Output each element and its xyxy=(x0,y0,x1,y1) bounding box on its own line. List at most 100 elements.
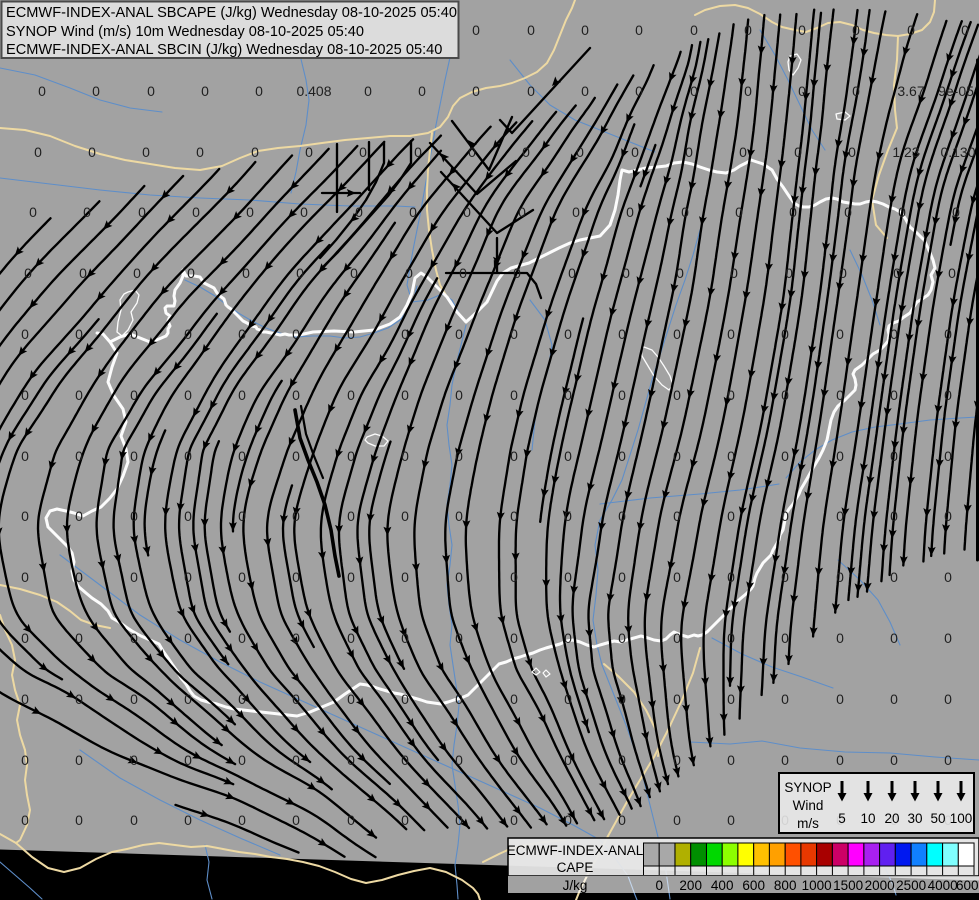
svg-text:0: 0 xyxy=(836,752,844,768)
svg-text:0: 0 xyxy=(133,265,141,281)
svg-text:0: 0 xyxy=(472,22,480,38)
svg-text:0: 0 xyxy=(673,387,681,403)
svg-text:0: 0 xyxy=(401,569,409,585)
svg-text:0: 0 xyxy=(564,326,572,342)
svg-text:9e-05: 9e-05 xyxy=(938,83,974,99)
svg-text:0: 0 xyxy=(418,83,426,99)
svg-text:0: 0 xyxy=(292,508,300,524)
svg-text:0: 0 xyxy=(184,752,192,768)
svg-text:0: 0 xyxy=(673,630,681,646)
svg-text:0: 0 xyxy=(907,22,915,38)
svg-text:0: 0 xyxy=(130,326,138,342)
svg-text:800: 800 xyxy=(774,878,797,893)
svg-text:0: 0 xyxy=(21,752,29,768)
svg-text:0: 0 xyxy=(92,83,100,99)
svg-text:0: 0 xyxy=(455,812,463,828)
svg-text:0: 0 xyxy=(355,204,363,220)
svg-text:0: 0 xyxy=(852,22,860,38)
svg-text:ECMWF-INDEX-ANAL: ECMWF-INDEX-ANAL xyxy=(507,843,644,858)
svg-text:0: 0 xyxy=(130,569,138,585)
svg-text:0: 0 xyxy=(300,204,308,220)
svg-text:0: 0 xyxy=(527,83,535,99)
svg-text:0: 0 xyxy=(305,144,313,160)
svg-text:0: 0 xyxy=(836,387,844,403)
svg-text:0: 0 xyxy=(401,812,409,828)
svg-text:0: 0 xyxy=(455,752,463,768)
svg-text:0: 0 xyxy=(401,508,409,524)
svg-text:0: 0 xyxy=(201,83,209,99)
svg-text:3.67: 3.67 xyxy=(897,83,924,99)
svg-text:0: 0 xyxy=(781,752,789,768)
svg-text:0: 0 xyxy=(130,812,138,828)
svg-text:0: 0 xyxy=(455,569,463,585)
svg-text:0: 0 xyxy=(676,265,684,281)
svg-text:ECMWF-INDEX-ANAL SBCAPE (J/kg): ECMWF-INDEX-ANAL SBCAPE (J/kg) Wednesday… xyxy=(6,5,457,21)
svg-text:0: 0 xyxy=(75,691,83,707)
svg-text:0: 0 xyxy=(564,691,572,707)
svg-text:0: 0 xyxy=(75,448,83,464)
svg-text:0: 0 xyxy=(238,508,246,524)
svg-text:0: 0 xyxy=(730,265,738,281)
svg-text:0: 0 xyxy=(34,144,42,160)
svg-text:0: 0 xyxy=(739,144,747,160)
svg-text:0: 0 xyxy=(673,448,681,464)
svg-text:0: 0 xyxy=(401,630,409,646)
svg-text:0: 0 xyxy=(836,630,844,646)
svg-text:0: 0 xyxy=(292,387,300,403)
svg-text:0: 0 xyxy=(21,326,29,342)
svg-text:0: 0 xyxy=(184,326,192,342)
svg-text:0: 0 xyxy=(635,83,643,99)
svg-text:0: 0 xyxy=(347,326,355,342)
svg-text:0: 0 xyxy=(568,265,576,281)
svg-text:0: 0 xyxy=(844,204,852,220)
svg-text:0: 0 xyxy=(618,508,626,524)
svg-text:0: 0 xyxy=(681,204,689,220)
svg-text:0: 0 xyxy=(459,265,467,281)
svg-text:0: 0 xyxy=(836,569,844,585)
svg-text:0: 0 xyxy=(618,812,626,828)
svg-text:0: 0 xyxy=(890,326,898,342)
svg-text:0: 0 xyxy=(292,448,300,464)
svg-text:0: 0 xyxy=(455,691,463,707)
svg-text:0: 0 xyxy=(184,691,192,707)
svg-text:0: 0 xyxy=(836,448,844,464)
svg-text:0: 0 xyxy=(564,752,572,768)
svg-text:0: 0 xyxy=(673,812,681,828)
svg-text:0: 0 xyxy=(673,752,681,768)
svg-text:0: 0 xyxy=(238,326,246,342)
svg-text:0: 0 xyxy=(852,83,860,99)
svg-text:0: 0 xyxy=(961,22,969,38)
svg-text:0: 0 xyxy=(510,508,518,524)
svg-text:0: 0 xyxy=(21,387,29,403)
svg-text:0: 0 xyxy=(564,387,572,403)
svg-text:0: 0 xyxy=(618,569,626,585)
svg-text:0: 0 xyxy=(618,387,626,403)
svg-text:0: 0 xyxy=(130,508,138,524)
svg-text:0: 0 xyxy=(130,387,138,403)
svg-text:0: 0 xyxy=(836,691,844,707)
svg-text:0: 0 xyxy=(789,204,797,220)
svg-text:0: 0 xyxy=(735,204,743,220)
svg-text:0: 0 xyxy=(510,448,518,464)
svg-text:2500: 2500 xyxy=(896,878,926,893)
svg-text:0: 0 xyxy=(29,204,37,220)
svg-text:6000: 6000 xyxy=(956,878,979,893)
svg-text:0: 0 xyxy=(455,630,463,646)
svg-text:20: 20 xyxy=(884,811,899,826)
svg-text:0: 0 xyxy=(836,508,844,524)
svg-text:600: 600 xyxy=(742,878,765,893)
svg-text:0: 0 xyxy=(618,691,626,707)
svg-text:0: 0 xyxy=(673,326,681,342)
svg-text:0: 0 xyxy=(192,204,200,220)
svg-text:0: 0 xyxy=(727,448,735,464)
svg-text:0: 0 xyxy=(564,630,572,646)
svg-text:0: 0 xyxy=(572,204,580,220)
svg-text:100: 100 xyxy=(950,811,973,826)
svg-text:0: 0 xyxy=(401,448,409,464)
svg-text:0: 0 xyxy=(781,448,789,464)
svg-text:0: 0 xyxy=(948,265,956,281)
svg-text:0: 0 xyxy=(510,569,518,585)
svg-text:0: 0 xyxy=(527,22,535,38)
svg-text:0: 0 xyxy=(238,691,246,707)
svg-text:0: 0 xyxy=(727,508,735,524)
